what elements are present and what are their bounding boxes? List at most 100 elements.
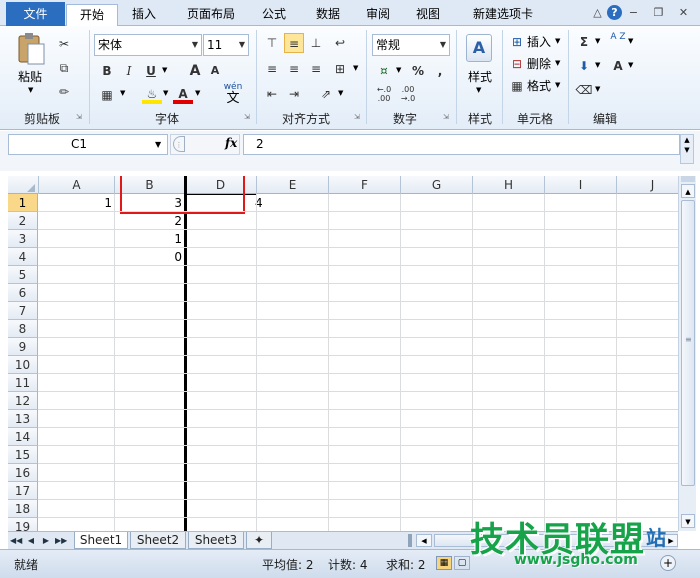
clear-icon[interactable]: ⌫ xyxy=(574,80,594,100)
tab-page-layout[interactable]: 页面布局 xyxy=(176,4,246,26)
scroll-up-icon[interactable]: ▲ xyxy=(681,184,695,198)
row-header-14[interactable]: 14 xyxy=(8,428,38,446)
formula-bar-resize-icon[interactable]: ⋮ xyxy=(173,136,185,152)
row-header-5[interactable]: 5 xyxy=(8,266,38,284)
borders-dropdown-icon[interactable]: ▼ xyxy=(120,89,125,97)
last-sheet-icon[interactable]: ▶▶ xyxy=(55,534,67,547)
percent-button[interactable]: % xyxy=(408,61,428,81)
align-center-icon[interactable]: ≡ xyxy=(284,59,304,79)
find-dropdown-icon[interactable]: ▼ xyxy=(628,61,633,69)
row-header-17[interactable]: 17 xyxy=(8,482,38,500)
tab-home[interactable]: 开始 xyxy=(66,4,118,27)
paste-icon[interactable] xyxy=(14,32,48,66)
clear-dropdown-icon[interactable]: ▼ xyxy=(595,85,600,93)
expand-formula-bar-icon[interactable]: ▲ ▼ xyxy=(680,134,694,164)
row-header-8[interactable]: 8 xyxy=(8,320,38,338)
borders-icon[interactable]: ▦ xyxy=(97,85,117,105)
row-header-18[interactable]: 18 xyxy=(8,500,38,518)
delete-cells-icon[interactable]: ⊟ xyxy=(507,54,527,74)
cell-a1[interactable]: 1 xyxy=(39,194,115,212)
row-header-1[interactable]: 1 xyxy=(8,194,38,212)
select-all-corner[interactable] xyxy=(8,176,39,194)
decrease-indent-icon[interactable]: ⇤ xyxy=(262,84,282,104)
paste-dropdown-icon[interactable]: ▼ xyxy=(28,86,33,94)
sheet-tab-3[interactable]: Sheet3 xyxy=(188,532,244,549)
sort-filter-button[interactable]: A Z xyxy=(608,32,628,52)
fill-dropdown-icon[interactable]: ▼ xyxy=(595,61,600,69)
currency-icon[interactable]: ¤ xyxy=(374,61,394,81)
column-header-f[interactable]: F xyxy=(329,176,401,194)
row-header-19[interactable]: 19 xyxy=(8,518,38,531)
row-header-6[interactable]: 6 xyxy=(8,284,38,302)
font-name-combo[interactable]: 宋体 ▼ xyxy=(94,34,202,56)
delete-dropdown-icon[interactable]: ▼ xyxy=(555,59,560,67)
font-launcher-icon[interactable]: ⇲ xyxy=(244,113,253,122)
wrap-text-icon[interactable]: ↩ xyxy=(330,33,350,53)
bold-button[interactable]: B xyxy=(97,61,117,81)
format-painter-icon[interactable]: ✏ xyxy=(54,82,74,102)
italic-button[interactable]: I xyxy=(119,61,139,81)
format-cells-button[interactable]: 格式 xyxy=(527,77,551,94)
horizontal-scroll-thumb[interactable] xyxy=(434,534,664,547)
font-color-button[interactable]: A xyxy=(173,84,193,104)
cell-b3[interactable]: 1 xyxy=(115,230,185,248)
align-bottom-icon[interactable]: ⊥ xyxy=(306,33,326,53)
row-header-16[interactable]: 16 xyxy=(8,464,38,482)
row-header-11[interactable]: 11 xyxy=(8,374,38,392)
underline-button[interactable]: U xyxy=(141,61,161,81)
font-color-dropdown-icon[interactable]: ▼ xyxy=(195,89,200,97)
row-header-2[interactable]: 2 xyxy=(8,212,38,230)
fill-color-icon[interactable]: ♨ xyxy=(142,84,162,104)
merge-dropdown-icon[interactable]: ▼ xyxy=(353,64,358,72)
fill-icon[interactable]: ⬇ xyxy=(574,56,594,76)
row-header-4[interactable]: 4 xyxy=(8,248,38,266)
column-header-g[interactable]: G xyxy=(401,176,473,194)
insert-cells-button[interactable]: 插入 xyxy=(527,33,551,50)
increase-decimal-icon[interactable]: ←.0.00 xyxy=(374,85,394,105)
column-header-i[interactable]: I xyxy=(545,176,617,194)
tab-insert[interactable]: 插入 xyxy=(122,4,166,26)
first-sheet-icon[interactable]: ◀◀ xyxy=(10,534,22,547)
cut-icon[interactable]: ✂ xyxy=(54,34,74,54)
orientation-icon[interactable]: ⇗ xyxy=(316,84,336,104)
align-top-icon[interactable]: ⊤ xyxy=(262,33,282,53)
vertical-scrollbar[interactable]: ▲ ≡ ▼ xyxy=(678,176,696,531)
name-box[interactable]: C1 ▼ xyxy=(8,134,168,155)
number-launcher-icon[interactable]: ⇲ xyxy=(443,113,452,122)
row-header-12[interactable]: 12 xyxy=(8,392,38,410)
format-dropdown-icon[interactable]: ▼ xyxy=(555,81,560,89)
align-right-icon[interactable]: ≡ xyxy=(306,59,326,79)
column-header-e[interactable]: E xyxy=(257,176,329,194)
row-header-13[interactable]: 13 xyxy=(8,410,38,428)
prev-sheet-icon[interactable]: ◀ xyxy=(25,534,37,547)
tab-new-tab[interactable]: 新建选项卡 xyxy=(460,4,546,26)
scroll-down-icon[interactable]: ▼ xyxy=(681,514,695,528)
help-icon[interactable]: ? xyxy=(607,5,622,20)
scroll-left-icon[interactable]: ◀ xyxy=(416,534,432,547)
copy-icon[interactable]: ⧉ xyxy=(54,58,74,78)
grow-font-button[interactable]: A xyxy=(185,61,205,81)
tab-formulas[interactable]: 公式 xyxy=(252,4,296,26)
styles-dropdown-icon[interactable]: ▼ xyxy=(476,86,481,94)
align-middle-icon[interactable]: ≡ xyxy=(284,33,304,53)
file-tab[interactable]: 文件 xyxy=(6,2,65,26)
merge-center-icon[interactable]: ⊞ xyxy=(330,59,350,79)
styles-icon[interactable]: A xyxy=(466,34,492,62)
number-format-combo[interactable]: 常规 ▼ xyxy=(372,34,450,56)
cell-b4[interactable]: 0 xyxy=(115,248,185,266)
insert-function-button[interactable]: fx xyxy=(225,136,237,150)
tab-data[interactable]: 数据 xyxy=(306,4,350,26)
column-header-a[interactable]: A xyxy=(39,176,115,194)
zoom-in-icon[interactable]: + xyxy=(660,555,676,571)
delete-cells-button[interactable]: 删除 xyxy=(527,55,551,72)
underline-dropdown-icon[interactable]: ▼ xyxy=(162,66,167,74)
new-sheet-icon[interactable]: ✦ xyxy=(246,532,272,549)
shrink-font-button[interactable]: A xyxy=(205,61,225,81)
restore-button[interactable]: ❐ xyxy=(651,5,666,20)
row-header-10[interactable]: 10 xyxy=(8,356,38,374)
orientation-dropdown-icon[interactable]: ▼ xyxy=(338,89,343,97)
row-header-15[interactable]: 15 xyxy=(8,446,38,464)
page-layout-view-icon[interactable]: ▢ xyxy=(454,556,470,570)
autosum-button[interactable]: Σ xyxy=(574,32,594,52)
sheet-tab-1[interactable]: Sheet1 xyxy=(74,532,128,549)
